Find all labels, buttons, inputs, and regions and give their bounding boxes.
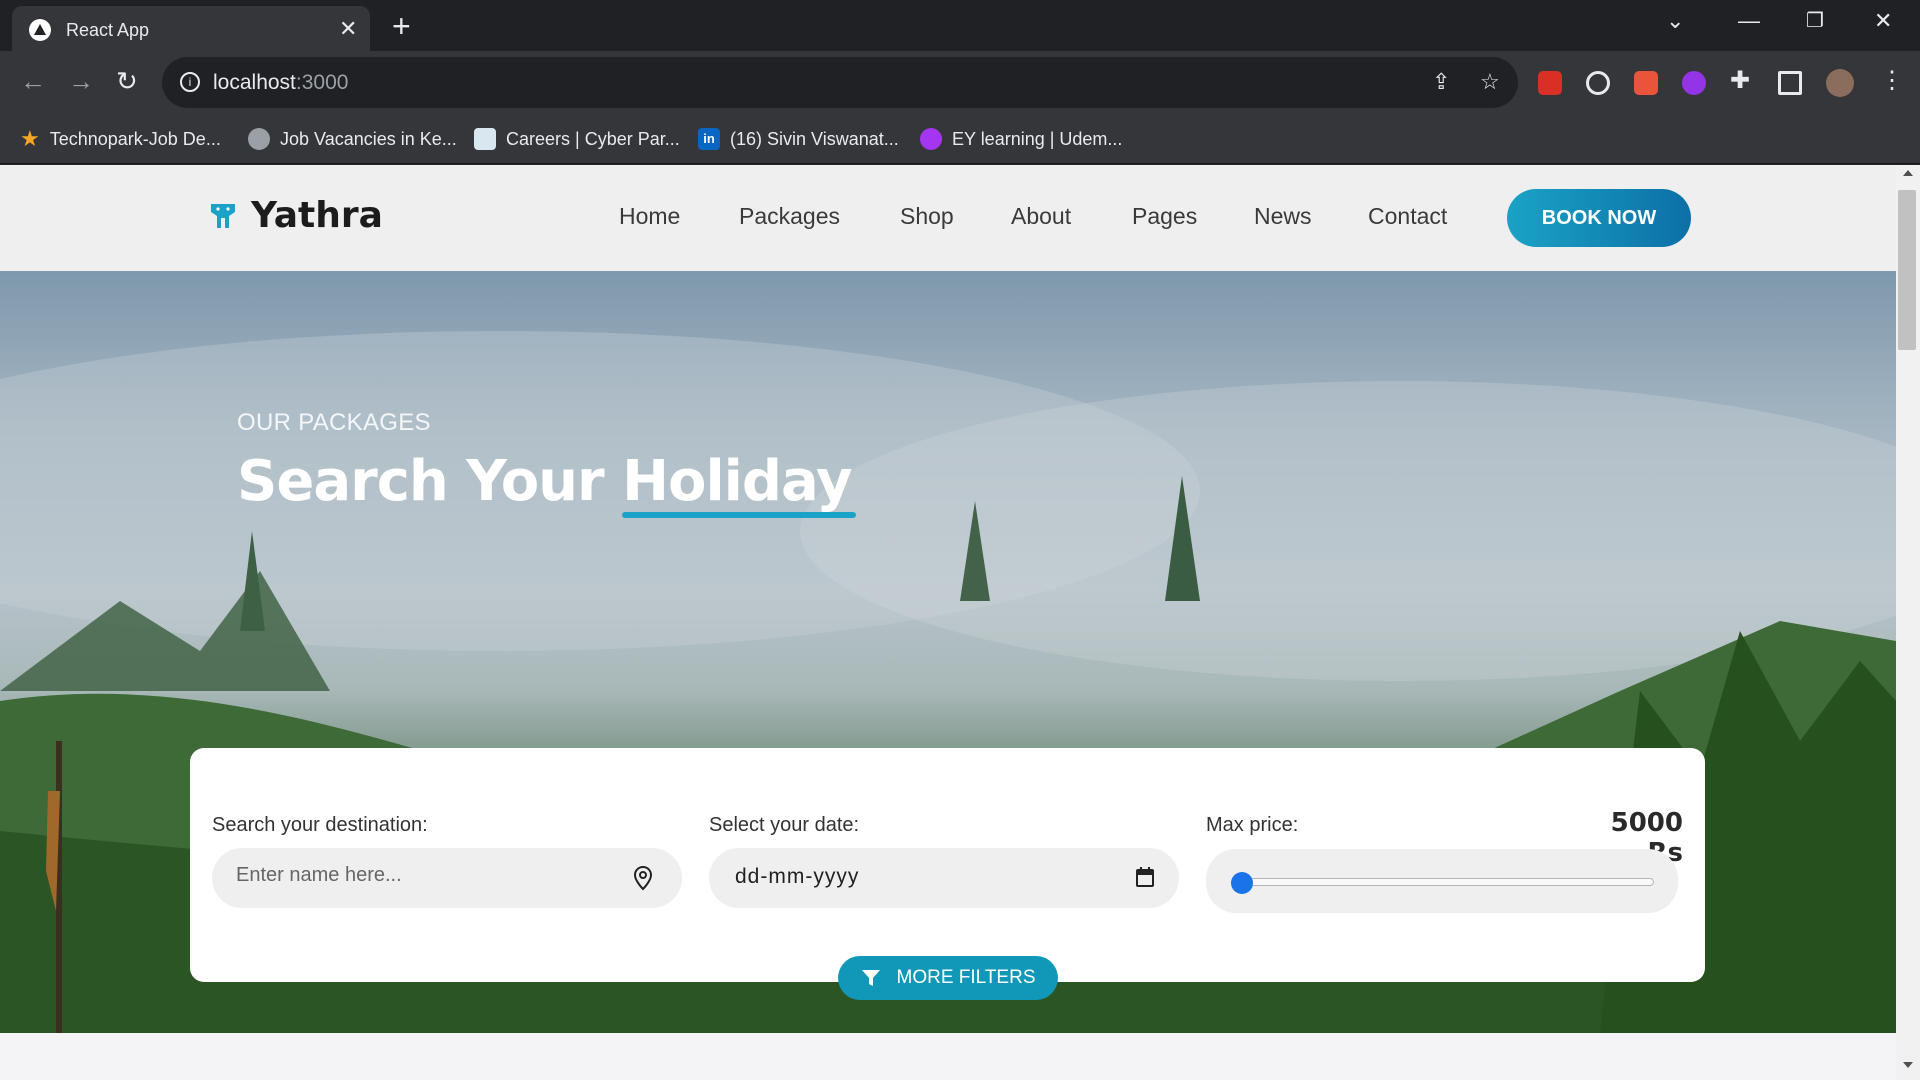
nav-contact[interactable]: Contact — [1368, 203, 1447, 230]
browser-tab[interactable]: React App ✕ — [12, 6, 370, 51]
hero-title-highlight: Holiday — [622, 449, 852, 514]
date-field[interactable]: dd-mm-yyyy — [709, 848, 1179, 908]
date-input-value[interactable]: dd-mm-yyyy — [735, 865, 859, 889]
slider-thumb[interactable] — [1231, 872, 1253, 894]
nav-shop[interactable]: Shop — [900, 203, 954, 230]
location-pin-icon — [633, 865, 653, 891]
site-header: Yathra Home Packages Shop About Pages Ne… — [0, 165, 1896, 271]
destination-input[interactable] — [236, 864, 616, 887]
tab-search-icon[interactable]: ⌄ — [1666, 8, 1684, 34]
globe-icon — [248, 128, 270, 150]
nav-news[interactable]: News — [1254, 203, 1312, 230]
more-filters-button[interactable]: MORE FILTERS — [838, 956, 1058, 1000]
linkedin-icon: in — [698, 128, 720, 150]
minimize-icon[interactable]: — — [1738, 8, 1760, 34]
tab-title: React App — [66, 20, 150, 40]
new-tab-icon[interactable]: + — [392, 8, 411, 45]
forward-arrow-icon[interactable]: → — [68, 66, 94, 97]
price-label: Max price: — [1206, 814, 1299, 836]
share-icon[interactable]: ⇪ — [1432, 69, 1450, 95]
close-window-icon[interactable]: ✕ — [1874, 8, 1892, 34]
logo-text: Yathra — [251, 195, 383, 236]
url-text[interactable]: localhost:3000 — [213, 71, 348, 95]
nav-about[interactable]: About — [1011, 203, 1071, 230]
extensions-puzzle-icon[interactable]: ✚ — [1730, 66, 1750, 95]
cyberpark-icon — [474, 128, 496, 150]
book-now-button[interactable]: BOOK NOW — [1507, 189, 1691, 247]
bookmarks-bar: ★ Technopark-Job De... Job Vacancies in … — [0, 114, 1920, 164]
filter-funnel-icon — [861, 970, 880, 986]
scroll-up-arrow-icon[interactable] — [1903, 170, 1913, 176]
extension-target-icon[interactable] — [1586, 71, 1610, 95]
side-panel-icon[interactable] — [1778, 71, 1802, 95]
hero-subtitle: OUR PACKAGES — [237, 409, 431, 436]
browser-toolbar: ← → ↻ i localhost:3000 ⇪ ☆ — [0, 51, 1920, 114]
nav-packages[interactable]: Packages — [739, 203, 840, 230]
extension-red-icon[interactable] — [1538, 71, 1562, 95]
price-slider[interactable] — [1206, 849, 1678, 913]
nav-home[interactable]: Home — [619, 203, 680, 230]
star-bookmark-icon: ★ — [20, 126, 40, 151]
elephant-logo-icon — [211, 203, 235, 228]
menu-kebab-icon[interactable]: ⋮ — [1880, 66, 1904, 95]
site-info-icon[interactable]: i — [180, 72, 200, 92]
scrollbar-thumb[interactable] — [1898, 190, 1916, 350]
bookmark-item[interactable]: in (16) Sivin Viswanat... — [698, 124, 899, 154]
page-viewport: Yathra Home Packages Shop About Pages Ne… — [0, 165, 1896, 1080]
search-card: Search your destination: Select your dat… — [190, 748, 1705, 1000]
react-favicon-icon — [29, 19, 51, 41]
bookmark-star-icon[interactable]: ☆ — [1480, 69, 1500, 95]
reload-icon[interactable]: ↻ — [116, 66, 138, 97]
slider-track[interactable] — [1240, 878, 1654, 886]
bookmark-item[interactable]: Job Vacancies in Ke... — [248, 124, 457, 154]
bookmark-item[interactable]: Careers | Cyber Par... — [474, 124, 680, 154]
browser-tab-bar: React App ✕ + ⌄ — ❐ ✕ — [0, 0, 1920, 51]
destination-field[interactable] — [212, 848, 682, 908]
close-tab-icon[interactable]: ✕ — [339, 16, 357, 42]
calendar-icon[interactable] — [1136, 867, 1154, 887]
bookmark-item[interactable]: EY learning | Udem... — [920, 124, 1122, 154]
site-logo[interactable]: Yathra — [205, 195, 383, 236]
restore-icon[interactable]: ❐ — [1806, 8, 1824, 33]
extension-purple-icon[interactable] — [1682, 71, 1706, 95]
hero-title: Search Your Holiday — [237, 449, 853, 514]
hero-section: OUR PACKAGES Search Your Holiday Search … — [0, 271, 1896, 1033]
scroll-down-arrow-icon[interactable] — [1903, 1062, 1913, 1068]
extension-orange-icon[interactable] — [1634, 71, 1658, 95]
profile-avatar[interactable] — [1826, 69, 1854, 97]
date-label: Select your date: — [709, 814, 860, 836]
udemy-icon — [920, 128, 942, 150]
back-arrow-icon[interactable]: ← — [20, 66, 46, 97]
destination-label: Search your destination: — [212, 814, 428, 836]
bookmark-item[interactable]: ★ Technopark-Job De... — [20, 124, 221, 154]
address-bar[interactable]: i localhost:3000 ⇪ ☆ — [162, 57, 1518, 108]
nav-pages[interactable]: Pages — [1132, 203, 1197, 230]
